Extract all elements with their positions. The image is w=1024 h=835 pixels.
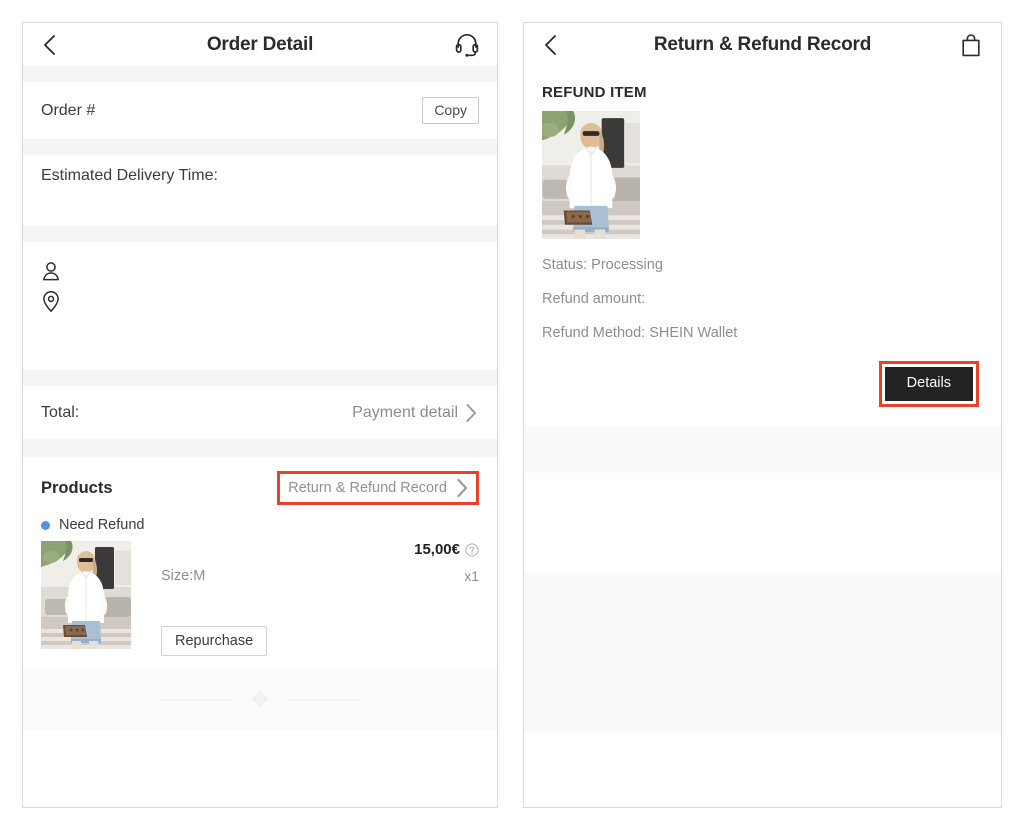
- delivery-time-section: Estimated Delivery Time:: [23, 155, 497, 226]
- payment-detail-label: Payment detail: [352, 403, 458, 421]
- product-size-row: Size:M x1: [161, 568, 479, 584]
- product-list-item[interactable]: 15,00€ Size:M x1 Repurchase: [23, 541, 497, 668]
- products-section: Products Return & Refund Record Need Ref…: [23, 457, 497, 668]
- chevron-left-icon: [541, 33, 561, 57]
- divider-line-right: [284, 698, 360, 700]
- shopping-bag-button[interactable]: [957, 31, 985, 59]
- recipient-row: [41, 256, 479, 286]
- page-title: Return & Refund Record: [653, 33, 872, 55]
- section-divider-band: [23, 226, 497, 242]
- product-price: 15,00€: [414, 541, 479, 558]
- product-quantity: x1: [464, 568, 479, 584]
- right-screen-empty-area: [524, 472, 1001, 573]
- refund-item-heading: REFUND ITEM: [542, 84, 647, 101]
- copy-button[interactable]: Copy: [422, 97, 479, 124]
- section-divider-band: [23, 439, 497, 457]
- chevron-right-icon: [464, 402, 479, 424]
- total-section: Total: Payment detail: [23, 386, 497, 439]
- back-button[interactable]: [37, 32, 63, 58]
- details-highlight-box: Details: [878, 361, 979, 407]
- return-refund-record-screen: Return & Refund Record REFUND ITEM Statu…: [523, 22, 1002, 808]
- status-dot-icon: [41, 520, 50, 530]
- refund-record-navbar: Return & Refund Record: [524, 23, 1001, 66]
- loading-placeholder-section: [23, 668, 497, 730]
- return-refund-record-link[interactable]: Return & Refund Record: [277, 471, 479, 505]
- headset-support-icon: [454, 32, 480, 58]
- repurchase-button[interactable]: Repurchase: [161, 626, 268, 656]
- refund-details-list: Status: Processing Refund amount: Refund…: [524, 257, 1001, 341]
- dual-screen-comparison: Order Detail Order # Copy Estimated Deli…: [0, 0, 1024, 835]
- section-divider-band: [23, 139, 497, 155]
- address-row: [41, 286, 479, 316]
- chevron-right-icon: [455, 477, 470, 499]
- shipping-address-section[interactable]: [23, 242, 497, 370]
- right-screen-bottom-area: [524, 732, 1001, 807]
- person-icon: [41, 261, 61, 282]
- order-number-section: Order # Copy: [23, 82, 497, 139]
- return-refund-record-label: Return & Refund Record: [288, 480, 447, 496]
- refund-item-card: REFUND ITEM Status: Processing Refund am…: [524, 66, 1001, 425]
- page-title: Order Detail: [206, 33, 314, 55]
- total-label: Total:: [41, 403, 80, 421]
- product-info: 15,00€ Size:M x1 Repurchase: [131, 541, 479, 656]
- details-action-area: Details: [524, 341, 1001, 425]
- right-screen-lower-band: [524, 572, 1001, 733]
- order-detail-navbar: Order Detail: [23, 23, 497, 66]
- products-title: Products: [41, 478, 113, 497]
- estimated-delivery-label: Estimated Delivery Time:: [41, 166, 218, 184]
- section-divider-band: [524, 424, 1001, 473]
- order-detail-screen: Order Detail Order # Copy Estimated Deli…: [22, 22, 498, 808]
- diamond-icon: [251, 690, 269, 708]
- product-size: Size:M: [161, 568, 206, 584]
- map-pin-icon: [41, 290, 61, 313]
- back-button[interactable]: [538, 32, 564, 58]
- price-value: 15,00€: [414, 541, 460, 558]
- payment-detail-link[interactable]: Payment detail: [352, 402, 479, 424]
- refund-status-row: Need Refund: [23, 513, 497, 541]
- refund-status-line: Status: Processing: [542, 257, 663, 273]
- section-divider-band: [23, 370, 497, 386]
- details-button[interactable]: Details: [884, 367, 973, 401]
- shopping-bag-icon: [959, 32, 983, 58]
- chevron-left-icon: [40, 33, 60, 57]
- products-header: Products Return & Refund Record: [23, 457, 497, 513]
- product-thumbnail[interactable]: [41, 541, 131, 649]
- refund-item-thumbnail[interactable]: [542, 111, 640, 239]
- order-number-label: Order #: [41, 101, 96, 119]
- refund-method-line: Refund Method: SHEIN Wallet: [542, 325, 738, 341]
- customer-support-button[interactable]: [453, 31, 481, 59]
- order-number-row: Order # Copy: [23, 82, 497, 139]
- decorative-divider: [23, 690, 497, 708]
- refund-status-label: Need Refund: [59, 517, 145, 533]
- delivery-time-row: Estimated Delivery Time:: [23, 155, 497, 196]
- refund-amount-line: Refund amount:: [542, 291, 646, 307]
- section-divider-band: [23, 66, 497, 82]
- product-price-row: 15,00€: [161, 541, 479, 558]
- total-row: Total: Payment detail: [23, 386, 497, 439]
- refund-item-thumbnail-wrap: [524, 111, 1001, 239]
- question-circle-icon[interactable]: [465, 542, 479, 557]
- left-screen-empty-area: [23, 730, 497, 807]
- divider-line-left: [160, 698, 236, 700]
